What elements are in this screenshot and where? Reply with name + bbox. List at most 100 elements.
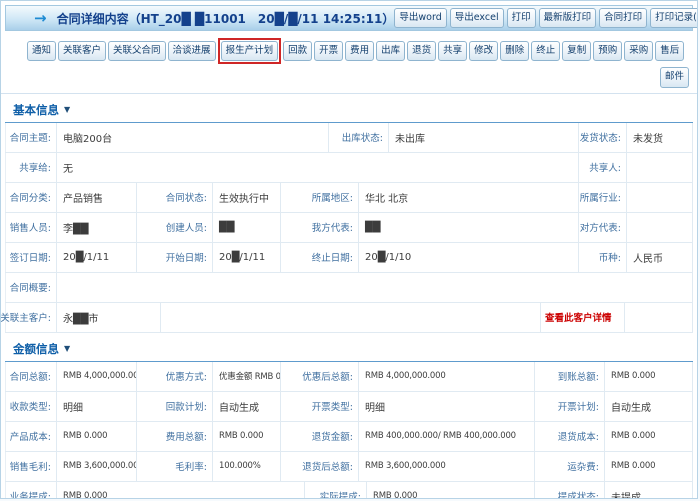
basic-row-1: 合同主题:电脑200台出库状态:未出库发货状态:未发货 <box>5 123 693 153</box>
field-value: 未出库 <box>389 123 579 152</box>
field-label: 开始日期: <box>137 243 213 272</box>
field-label: 退货后总额: <box>281 452 359 481</box>
toolbar-row-1: 通知关联客户关联父合同洽谈进展报生产计划回款开票费用出库退货共享修改删除终止复制… <box>27 38 693 64</box>
field-label: 币种: <box>579 243 627 272</box>
basic-row-6: 合同概要: <box>5 273 693 303</box>
link-parent-contract-button[interactable]: 关联父合同 <box>108 41 166 61</box>
section-header-money[interactable]: 金额信息 ▼ <box>5 333 693 362</box>
terminate-button[interactable]: 终止 <box>531 41 560 61</box>
field-label: 提成状态: <box>535 482 605 500</box>
basic-row-2: 共享给:无共享人: <box>5 153 693 183</box>
toolbar: 通知关联客户关联父合同洽谈进展报生产计划回款开票费用出库退货共享修改删除终止复制… <box>1 31 697 94</box>
page-title: 合同详细内容（HT_20█ █11001 20█/█/11 14:25:11） <box>57 10 395 27</box>
titlebar-button-group: 导出word导出excel打印最新版打印合同打印打印记录(0次) <box>394 8 698 28</box>
field-label: 发货状态: <box>579 123 627 152</box>
field-label: 我方代表: <box>281 213 359 242</box>
print-latest-version-button[interactable]: 最新版打印 <box>539 8 597 28</box>
export-excel-button[interactable]: 导出excel <box>450 8 504 28</box>
after-sales-button[interactable]: 售后 <box>655 41 684 61</box>
field-value: 李██ <box>57 213 137 242</box>
field-label: 优惠后总额: <box>281 362 359 391</box>
modify-button[interactable]: 修改 <box>469 41 498 61</box>
mail-button[interactable]: 邮件 <box>660 67 689 87</box>
view-customer-detail-link[interactable]: 查看此客户详情 <box>541 303 625 332</box>
field-label: 合同状态: <box>137 183 213 212</box>
collapse-caret-icon: ▼ <box>64 105 70 114</box>
production-plan-button[interactable]: 报生产计划 <box>221 41 279 61</box>
field-value: 明细 <box>57 392 137 421</box>
basic-row-3: 合同分类:产品销售合同状态:生效执行中所属地区:华北 北京所属行业: <box>5 183 693 213</box>
link-customer-button[interactable]: 关联客户 <box>58 41 106 61</box>
field-value: RMB 3,600,000.000 <box>359 452 535 481</box>
money-row-3: 产品成本:RMB 0.000费用总额:RMB 0.000退货金额:RMB 400… <box>5 422 693 452</box>
export-word-button[interactable]: 导出word <box>394 8 446 28</box>
field-value: 永██市 <box>57 303 161 332</box>
field-label: 共享给: <box>5 153 57 182</box>
field-label: 毛利率: <box>137 452 213 481</box>
field-value: 优惠金额 RMB 0.000 <box>213 362 281 391</box>
payment-collection-button[interactable]: 回款 <box>283 41 312 61</box>
field-value: 明细 <box>359 392 535 421</box>
field-label: 实际提成: <box>305 482 367 500</box>
expense-button[interactable]: 费用 <box>345 41 374 61</box>
field-label: 签订日期: <box>5 243 57 272</box>
field-value: ██ <box>213 213 281 242</box>
field-label: 创建人员: <box>137 213 213 242</box>
collapse-caret-icon: ▼ <box>64 344 70 353</box>
forward-arrow-icon: → <box>34 11 47 26</box>
pre-purchase-button[interactable]: 预购 <box>593 41 622 61</box>
return-goods-button[interactable]: 退货 <box>407 41 436 61</box>
field-value: RMB 0.000 <box>367 482 535 500</box>
field-label: 退货金额: <box>281 422 359 451</box>
titlebar: → 合同详细内容（HT_20█ █11001 20█/█/11 14:25:11… <box>5 5 693 31</box>
field-label: 出库状态: <box>329 123 389 152</box>
delete-button[interactable]: 删除 <box>500 41 529 61</box>
field-label: 产品成本: <box>5 422 57 451</box>
detail-sections: 基本信息▼合同主题:电脑200台出库状态:未出库发货状态:未发货共享给:无共享人… <box>1 94 697 500</box>
field-value <box>627 153 693 182</box>
money-row-2: 收款类型:明细回款计划:自动生成开票类型:明细开票计划:自动生成 <box>5 392 693 422</box>
section-title-money: 金额信息 <box>13 341 59 357</box>
field-value: RMB 0.000 <box>57 482 305 500</box>
field-value: RMB 0.000 <box>213 422 281 451</box>
print-history-button[interactable]: 打印记录(0次) <box>650 8 698 28</box>
field-value: 未发货 <box>627 123 693 152</box>
share-button[interactable]: 共享 <box>438 41 467 61</box>
field-value: 人民币 <box>627 243 693 272</box>
field-value <box>625 303 693 332</box>
copy-button[interactable]: 复制 <box>562 41 591 61</box>
purchase-button[interactable]: 采购 <box>624 41 653 61</box>
field-label: 退货成本: <box>535 422 605 451</box>
field-value: 华北 北京 <box>359 183 579 212</box>
field-value: 20█/1/10 <box>359 243 579 272</box>
field-value: RMB 0.000 <box>605 362 693 391</box>
toolbar-row-2: 邮件 <box>27 64 693 87</box>
negotiation-progress-button[interactable]: 洽谈进展 <box>168 41 216 61</box>
field-value: 未提成 <box>605 482 693 500</box>
field-label: 运杂费: <box>535 452 605 481</box>
field-value: RMB 400,000.000/ RMB 400,000.000 <box>359 422 535 451</box>
section-header-basic[interactable]: 基本信息▼ <box>5 94 693 123</box>
field-label: 费用总额: <box>137 422 213 451</box>
notify-button[interactable]: 通知 <box>27 41 56 61</box>
contract-detail-page: → 合同详细内容（HT_20█ █11001 20█/█/11 14:25:11… <box>0 0 698 499</box>
field-label: 合同主题: <box>5 123 57 152</box>
stock-out-button[interactable]: 出库 <box>376 41 405 61</box>
field-value: RMB 4,000,000.000 <box>359 362 535 391</box>
field-value <box>161 303 541 332</box>
print-button[interactable]: 打印 <box>507 8 536 28</box>
field-value: 100.000% <box>213 452 281 481</box>
field-value: RMB 0.000 <box>605 422 693 451</box>
field-label: 开票计划: <box>535 392 605 421</box>
highlight-box: 报生产计划 <box>218 38 282 64</box>
contract-print-button[interactable]: 合同打印 <box>599 8 647 28</box>
invoice-button[interactable]: 开票 <box>314 41 343 61</box>
field-value: 自动生成 <box>605 392 693 421</box>
basic-row-5: 签订日期:20█/1/11开始日期:20█/1/11终止日期:20█/1/10币… <box>5 243 693 273</box>
field-value: 生效执行中 <box>213 183 281 212</box>
field-value: 无 <box>57 153 579 182</box>
field-value: RMB 4,000,000.000 <box>57 362 137 391</box>
field-value: ██ <box>359 213 579 242</box>
field-label: 所属地区: <box>281 183 359 212</box>
money-row-1: 合同总额:RMB 4,000,000.000优惠方式:优惠金额 RMB 0.00… <box>5 362 693 392</box>
